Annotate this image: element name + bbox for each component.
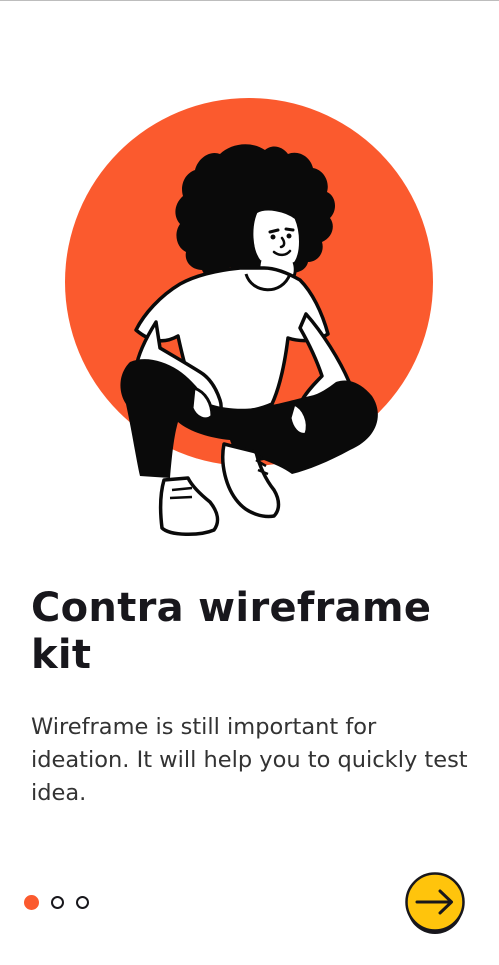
- arrow-right-icon: [405, 872, 465, 934]
- pagination-dot-1[interactable]: [24, 894, 39, 910]
- top-divider: [0, 0, 499, 1]
- left-shoe: [158, 476, 220, 536]
- pagination-dots: [24, 894, 101, 910]
- hero-illustration: [60, 92, 440, 542]
- pagination-dot-3[interactable]: [76, 896, 89, 909]
- pagination-dot-2[interactable]: [51, 896, 64, 909]
- page-title: Contra wireframe kit: [31, 585, 432, 678]
- page-description: Wireframe is still important for ideatio…: [31, 714, 468, 806]
- next-button[interactable]: [404, 872, 466, 936]
